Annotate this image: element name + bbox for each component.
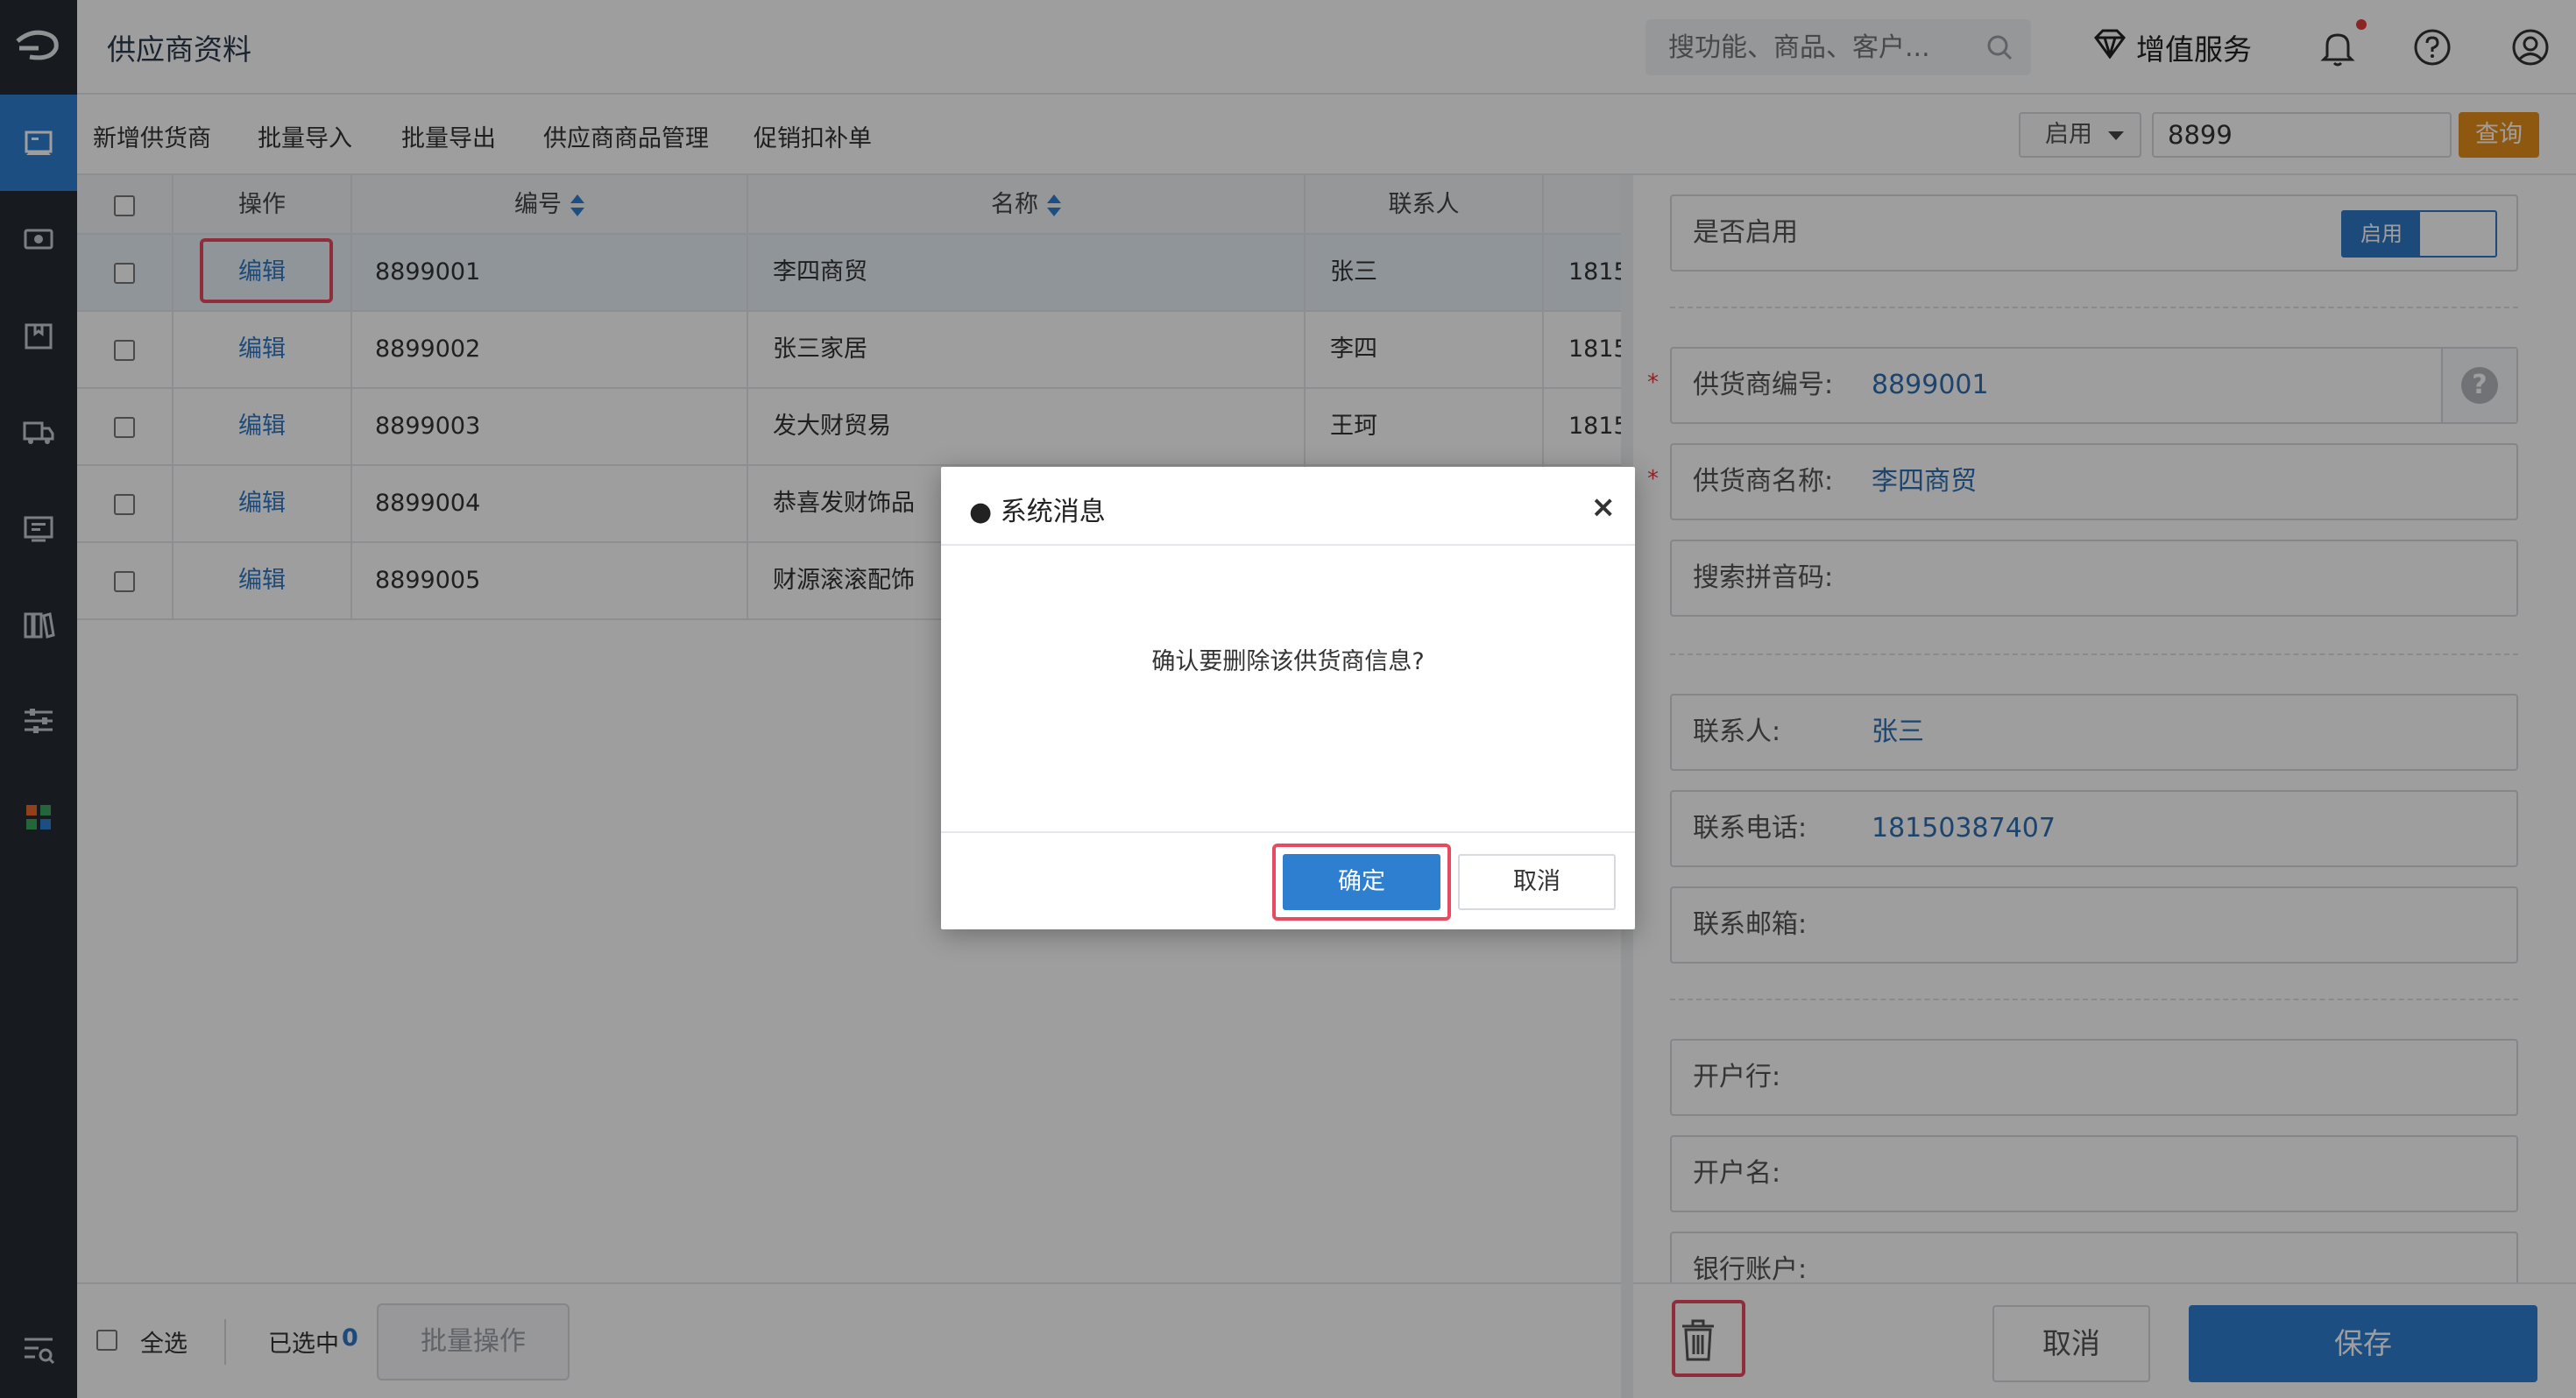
dialog-cancel-button[interactable]: 取消 bbox=[1458, 854, 1616, 910]
close-icon[interactable]: × bbox=[1591, 490, 1617, 525]
dialog-title: ● 系统消息 bbox=[969, 497, 1106, 527]
dialog-footer: 确定 取消 bbox=[941, 831, 1635, 929]
highlight-frame bbox=[1272, 844, 1451, 921]
confirm-dialog: ● 系统消息 × 确认要删除该供货商信息? 确定 取消 bbox=[941, 467, 1635, 929]
dialog-message: 确认要删除该供货商信息? bbox=[1151, 648, 1425, 675]
dialog-header: ● 系统消息 × bbox=[941, 467, 1635, 546]
